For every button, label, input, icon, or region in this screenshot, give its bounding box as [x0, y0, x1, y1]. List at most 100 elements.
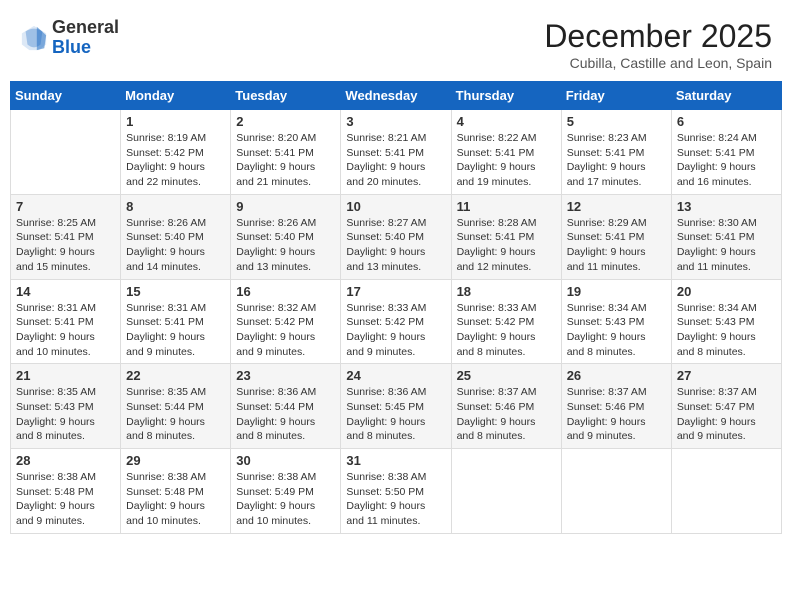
- day-number: 5: [567, 114, 666, 129]
- cell-info: Sunrise: 8:34 AMSunset: 5:43 PMDaylight:…: [567, 301, 666, 360]
- day-number: 21: [16, 368, 115, 383]
- day-number: 22: [126, 368, 225, 383]
- cell-info: Sunrise: 8:21 AMSunset: 5:41 PMDaylight:…: [346, 131, 445, 190]
- calendar-week-row: 1 Sunrise: 8:19 AMSunset: 5:42 PMDaylight…: [11, 110, 782, 195]
- calendar-cell: 24 Sunrise: 8:36 AMSunset: 5:45 PMDayligh…: [341, 364, 451, 449]
- day-number: 8: [126, 199, 225, 214]
- cell-info: Sunrise: 8:29 AMSunset: 5:41 PMDaylight:…: [567, 216, 666, 275]
- calendar-cell: 18Sunrise: 8:33 AMSunset: 5:42 PMDayligh…: [451, 279, 561, 364]
- day-number: 4: [457, 114, 556, 129]
- calendar-cell: 16 Sunrise: 8:32 AMSunset: 5:42 PMDayligh…: [231, 279, 341, 364]
- calendar-cell: [451, 449, 561, 534]
- day-number: 10: [346, 199, 445, 214]
- calendar-cell: 20 Sunrise: 8:34 AMSunset: 5:43 PMDayligh…: [671, 279, 781, 364]
- calendar-cell: 19 Sunrise: 8:34 AMSunset: 5:43 PMDayligh…: [561, 279, 671, 364]
- day-number: 30: [236, 453, 335, 468]
- day-number: 2: [236, 114, 335, 129]
- cell-info: Sunrise: 8:34 AMSunset: 5:43 PMDaylight:…: [677, 301, 776, 360]
- logo-blue-text: Blue: [52, 38, 119, 58]
- calendar-cell: 7 Sunrise: 8:25 AMSunset: 5:41 PMDaylight…: [11, 194, 121, 279]
- cell-info: Sunrise: 8:26 AMSunset: 5:40 PMDaylight:…: [236, 216, 335, 275]
- day-number: 19: [567, 284, 666, 299]
- cell-info: Sunrise: 8:36 AMSunset: 5:45 PMDaylight:…: [346, 385, 445, 444]
- logo-icon: [20, 24, 48, 52]
- cell-info: Sunrise: 8:30 AMSunset: 5:41 PMDaylight:…: [677, 216, 776, 275]
- calendar-table: SundayMondayTuesdayWednesdayThursdayFrid…: [10, 81, 782, 534]
- cell-info: Sunrise: 8:20 AMSunset: 5:41 PMDaylight:…: [236, 131, 335, 190]
- logo-text: General Blue: [52, 18, 119, 58]
- day-number: 7: [16, 199, 115, 214]
- cell-info: Sunrise: 8:22 AMSunset: 5:41 PMDaylight:…: [457, 131, 556, 190]
- calendar-cell: 11 Sunrise: 8:28 AMSunset: 5:41 PMDayligh…: [451, 194, 561, 279]
- calendar-cell: 28 Sunrise: 8:38 AMSunset: 5:48 PMDayligh…: [11, 449, 121, 534]
- day-number: 12: [567, 199, 666, 214]
- calendar-cell: 6 Sunrise: 8:24 AMSunset: 5:41 PMDaylight…: [671, 110, 781, 195]
- calendar-cell: 27 Sunrise: 8:37 AMSunset: 5:47 PMDayligh…: [671, 364, 781, 449]
- cell-info: Sunrise: 8:27 AMSunset: 5:40 PMDaylight:…: [346, 216, 445, 275]
- logo-general-text: General: [52, 18, 119, 38]
- day-number: 24: [346, 368, 445, 383]
- logo: General Blue: [20, 18, 119, 58]
- calendar-week-row: 21 Sunrise: 8:35 AMSunset: 5:43 PMDayligh…: [11, 364, 782, 449]
- cell-info: Sunrise: 8:38 AMSunset: 5:49 PMDaylight:…: [236, 470, 335, 529]
- cell-info: Sunrise: 8:38 AMSunset: 5:48 PMDaylight:…: [16, 470, 115, 529]
- calendar-cell: 4 Sunrise: 8:22 AMSunset: 5:41 PMDaylight…: [451, 110, 561, 195]
- day-number: 27: [677, 368, 776, 383]
- calendar-cell: 22 Sunrise: 8:35 AMSunset: 5:44 PMDayligh…: [121, 364, 231, 449]
- cell-info: Sunrise: 8:32 AMSunset: 5:42 PMDaylight:…: [236, 301, 335, 360]
- cell-info: Sunrise: 8:23 AMSunset: 5:41 PMDaylight:…: [567, 131, 666, 190]
- calendar-cell: 1 Sunrise: 8:19 AMSunset: 5:42 PMDaylight…: [121, 110, 231, 195]
- day-number: 25: [457, 368, 556, 383]
- day-number: 11: [457, 199, 556, 214]
- day-header-saturday: Saturday: [671, 82, 781, 110]
- calendar-cell: 23 Sunrise: 8:36 AMSunset: 5:44 PMDayligh…: [231, 364, 341, 449]
- cell-info: Sunrise: 8:37 AMSunset: 5:47 PMDaylight:…: [677, 385, 776, 444]
- day-number: 17: [346, 284, 445, 299]
- cell-info: Sunrise: 8:38 AMSunset: 5:48 PMDaylight:…: [126, 470, 225, 529]
- day-number: 1: [126, 114, 225, 129]
- day-header-wednesday: Wednesday: [341, 82, 451, 110]
- cell-info: Sunrise: 8:36 AMSunset: 5:44 PMDaylight:…: [236, 385, 335, 444]
- day-number: 29: [126, 453, 225, 468]
- calendar-cell: [561, 449, 671, 534]
- day-number: 16: [236, 284, 335, 299]
- day-number: 23: [236, 368, 335, 383]
- day-header-monday: Monday: [121, 82, 231, 110]
- calendar-cell: 9 Sunrise: 8:26 AMSunset: 5:40 PMDaylight…: [231, 194, 341, 279]
- day-number: 14: [16, 284, 115, 299]
- cell-info: Sunrise: 8:35 AMSunset: 5:43 PMDaylight:…: [16, 385, 115, 444]
- calendar-cell: 5 Sunrise: 8:23 AMSunset: 5:41 PMDaylight…: [561, 110, 671, 195]
- day-header-sunday: Sunday: [11, 82, 121, 110]
- day-number: 20: [677, 284, 776, 299]
- day-number: 9: [236, 199, 335, 214]
- location-subtitle: Cubilla, Castille and Leon, Spain: [544, 55, 772, 71]
- day-number: 6: [677, 114, 776, 129]
- calendar-cell: [11, 110, 121, 195]
- calendar-cell: [671, 449, 781, 534]
- calendar-cell: 10 Sunrise: 8:27 AMSunset: 5:40 PMDayligh…: [341, 194, 451, 279]
- cell-info: Sunrise: 8:19 AMSunset: 5:42 PMDaylight:…: [126, 131, 225, 190]
- cell-info: Sunrise: 8:24 AMSunset: 5:41 PMDaylight:…: [677, 131, 776, 190]
- calendar-cell: 29 Sunrise: 8:38 AMSunset: 5:48 PMDayligh…: [121, 449, 231, 534]
- calendar-cell: 12 Sunrise: 8:29 AMSunset: 5:41 PMDayligh…: [561, 194, 671, 279]
- day-number: 31: [346, 453, 445, 468]
- cell-info: Sunrise: 8:31 AMSunset: 5:41 PMDaylight:…: [16, 301, 115, 360]
- calendar-week-row: 7 Sunrise: 8:25 AMSunset: 5:41 PMDaylight…: [11, 194, 782, 279]
- calendar-cell: 31Sunrise: 8:38 AMSunset: 5:50 PMDayligh…: [341, 449, 451, 534]
- cell-info: Sunrise: 8:28 AMSunset: 5:41 PMDaylight:…: [457, 216, 556, 275]
- cell-info: Sunrise: 8:25 AMSunset: 5:41 PMDaylight:…: [16, 216, 115, 275]
- day-number: 3: [346, 114, 445, 129]
- calendar-cell: 3 Sunrise: 8:21 AMSunset: 5:41 PMDaylight…: [341, 110, 451, 195]
- calendar-cell: 15Sunrise: 8:31 AMSunset: 5:41 PMDayligh…: [121, 279, 231, 364]
- day-number: 18: [457, 284, 556, 299]
- cell-info: Sunrise: 8:31 AMSunset: 5:41 PMDaylight:…: [126, 301, 225, 360]
- calendar-cell: 30 Sunrise: 8:38 AMSunset: 5:49 PMDayligh…: [231, 449, 341, 534]
- day-number: 28: [16, 453, 115, 468]
- cell-info: Sunrise: 8:35 AMSunset: 5:44 PMDaylight:…: [126, 385, 225, 444]
- calendar-cell: 21 Sunrise: 8:35 AMSunset: 5:43 PMDayligh…: [11, 364, 121, 449]
- day-number: 13: [677, 199, 776, 214]
- calendar-cell: 13 Sunrise: 8:30 AMSunset: 5:41 PMDayligh…: [671, 194, 781, 279]
- calendar-week-row: 28 Sunrise: 8:38 AMSunset: 5:48 PMDayligh…: [11, 449, 782, 534]
- day-number: 26: [567, 368, 666, 383]
- month-title: December 2025: [544, 18, 772, 55]
